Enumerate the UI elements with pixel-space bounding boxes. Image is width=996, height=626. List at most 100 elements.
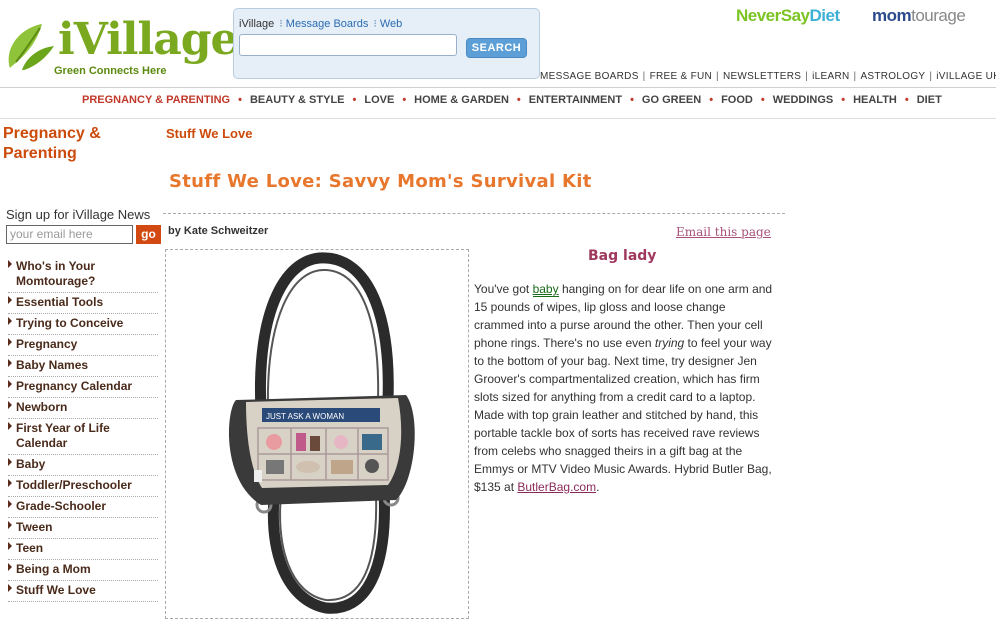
sidebar-item-grade-schooler[interactable]: Grade-Schooler xyxy=(8,497,158,518)
nav-pregnancy-parenting[interactable]: PREGNANCY & PARENTING xyxy=(82,94,230,106)
article-body-text: You've got xyxy=(474,282,533,296)
sidebar-item-essential-tools[interactable]: Essential Tools xyxy=(8,293,158,314)
logo-tagline: Green Connects Here xyxy=(54,65,167,77)
sidebar-item-first-year-calendar[interactable]: First Year of Life Calendar xyxy=(8,419,158,455)
sidebar-item-label: Pregnancy xyxy=(16,337,78,351)
byline: by Kate Schweitzer xyxy=(168,225,269,237)
util-link-astrology[interactable]: ASTROLOGY xyxy=(860,71,925,82)
email-this-page-link[interactable]: Email this page xyxy=(676,225,771,239)
arrow-right-icon xyxy=(8,584,12,592)
arrow-right-icon xyxy=(8,317,12,325)
sidebar-item-label: Essential Tools xyxy=(16,295,104,309)
nav-health[interactable]: HEALTH xyxy=(853,94,897,106)
sidebar-item-label: Baby xyxy=(16,457,46,471)
sidebar-item-stuff-we-love[interactable]: Stuff We Love xyxy=(8,581,158,602)
momtourage-logo-text: mom xyxy=(872,6,912,25)
arrow-right-icon xyxy=(8,260,12,268)
util-link-ilearn[interactable]: iLEARN xyxy=(812,71,849,82)
main-nav: PREGNANCY & PARENTING • BEAUTY & STYLE • LOV… xyxy=(82,94,942,106)
newsletter-signup-label: Sign up for iVillage News xyxy=(6,207,151,222)
search-button[interactable]: SEARCH xyxy=(466,38,527,58)
util-link-free-fun[interactable]: FREE & FUN xyxy=(650,71,712,82)
search-tab-ivillage[interactable]: iVillage xyxy=(239,18,274,30)
sidebar-item-newborn[interactable]: Newborn xyxy=(8,398,158,419)
article-body-text: to feel your way to the bottom of your b… xyxy=(474,336,772,494)
article-subtitle: Bag lady xyxy=(588,248,657,264)
article-body-italic: trying xyxy=(654,336,685,350)
arrow-right-icon xyxy=(8,458,12,466)
sidebar-item-label: Teen xyxy=(16,541,44,555)
sidebar-nav: Who's in Your Momtourage? Essential Tool… xyxy=(8,257,158,602)
arrow-right-icon xyxy=(8,500,12,508)
logo-wordmark: iVillage xyxy=(58,14,238,65)
search-input[interactable] xyxy=(239,34,457,56)
nav-love[interactable]: LOVE xyxy=(364,94,394,106)
sidebar-item-baby[interactable]: Baby xyxy=(8,455,158,476)
search-tab-web[interactable]: Web xyxy=(380,18,402,30)
sidebar-item-momtourage[interactable]: Who's in Your Momtourage? xyxy=(8,257,158,293)
arrow-right-icon xyxy=(8,380,12,388)
neversaydiet-logo[interactable]: NeverSayDiet xyxy=(736,6,840,26)
search-panel: iVillage ⁝ Message Boards ⁝ Web SEARCH xyxy=(233,8,540,79)
momtourage-logo-text-tourage: tourage xyxy=(911,6,966,25)
sidebar-item-label: Toddler/Preschooler xyxy=(16,478,132,492)
baby-link[interactable]: baby xyxy=(532,282,559,297)
sidebar-item-label: Stuff We Love xyxy=(16,583,96,597)
util-link-message-boards[interactable]: MESSAGE BOARDS xyxy=(540,71,639,82)
sidebar-item-tween[interactable]: Tween xyxy=(8,518,158,539)
nav-home-garden[interactable]: HOME & GARDEN xyxy=(414,94,509,106)
nav-diet[interactable]: DIET xyxy=(917,94,942,106)
arrow-right-icon xyxy=(8,563,12,571)
momtourage-logo[interactable]: momtourage xyxy=(872,6,966,26)
sidebar-item-label: Newborn xyxy=(16,400,68,414)
breadcrumb[interactable]: Stuff We Love xyxy=(166,126,252,141)
page-title: Stuff We Love: Savvy Mom's Survival Kit xyxy=(169,171,592,192)
arrow-right-icon xyxy=(8,338,12,346)
nav-beauty-style[interactable]: BEAUTY & STYLE xyxy=(250,94,345,106)
nav-weddings[interactable]: WEDDINGS xyxy=(773,94,834,106)
arrow-right-icon xyxy=(8,521,12,529)
nav-go-green[interactable]: GO GREEN xyxy=(642,94,701,106)
newsletter-email-input[interactable]: your email here xyxy=(6,225,133,244)
sidebar-item-teen[interactable]: Teen xyxy=(8,539,158,560)
divider xyxy=(0,87,996,88)
sidebar-item-baby-names[interactable]: Baby Names xyxy=(8,356,158,377)
sidebar-item-pregnancy[interactable]: Pregnancy xyxy=(8,335,158,356)
ivillage-logo[interactable]: iVillage Green Connects Here xyxy=(2,10,238,77)
sidebar-item-label: Grade-Schooler xyxy=(16,499,107,513)
section-title[interactable]: Pregnancy & Parenting xyxy=(3,124,153,164)
article-body-text: . xyxy=(596,480,600,494)
sidebar-item-label: Being a Mom xyxy=(16,562,91,576)
article-body: You've got baby hanging on for dear life… xyxy=(474,280,776,496)
sidebar-item-label: Baby Names xyxy=(16,358,89,372)
butlerbag-link[interactable]: ButlerBag.com xyxy=(517,480,596,494)
arrow-right-icon xyxy=(8,422,12,430)
sidebar-item-label: Pregnancy Calendar xyxy=(16,379,133,393)
product-image: JUST ASK A WOMAN xyxy=(165,249,469,619)
util-link-newsletters[interactable]: NEWSLETTERS xyxy=(723,71,801,82)
divider xyxy=(163,213,785,214)
sidebar-item-pregnancy-calendar[interactable]: Pregnancy Calendar xyxy=(8,377,158,398)
utility-nav: MESSAGE BOARDS | FREE & FUN | NEWSLETTERS | iL… xyxy=(540,71,996,82)
sidebar-item-trying-to-conceive[interactable]: Trying to Conceive xyxy=(8,314,158,335)
book-title-text: JUST ASK A WOMAN xyxy=(266,412,344,421)
sidebar-item-toddler-preschooler[interactable]: Toddler/Preschooler xyxy=(8,476,158,497)
arrow-right-icon xyxy=(8,542,12,550)
util-link-ivillage-uk[interactable]: iVILLAGE UK xyxy=(936,71,996,82)
nav-entertainment[interactable]: ENTERTAINMENT xyxy=(529,94,622,106)
sidebar-item-being-a-mom[interactable]: Being a Mom xyxy=(8,560,158,581)
neversaydiet-logo-text-diet: Diet xyxy=(809,6,841,25)
search-tab-message-boards[interactable]: Message Boards xyxy=(286,18,369,30)
search-scope-tabs: iVillage ⁝ Message Boards ⁝ Web xyxy=(239,18,403,30)
handbag-illustration: JUST ASK A WOMAN xyxy=(228,252,415,614)
arrow-right-icon xyxy=(8,479,12,487)
leaf-icon xyxy=(8,24,54,70)
newsletter-go-button[interactable]: go xyxy=(136,225,161,244)
nav-food[interactable]: FOOD xyxy=(721,94,753,106)
sidebar-item-label: Tween xyxy=(16,520,53,534)
sidebar-item-label: Who's in Your Momtourage? xyxy=(16,259,96,288)
divider xyxy=(0,118,996,119)
sidebar-item-label: First Year of Life Calendar xyxy=(16,421,110,450)
neversaydiet-logo-text: NeverSay xyxy=(736,6,810,25)
sidebar-item-label: Trying to Conceive xyxy=(16,316,124,330)
